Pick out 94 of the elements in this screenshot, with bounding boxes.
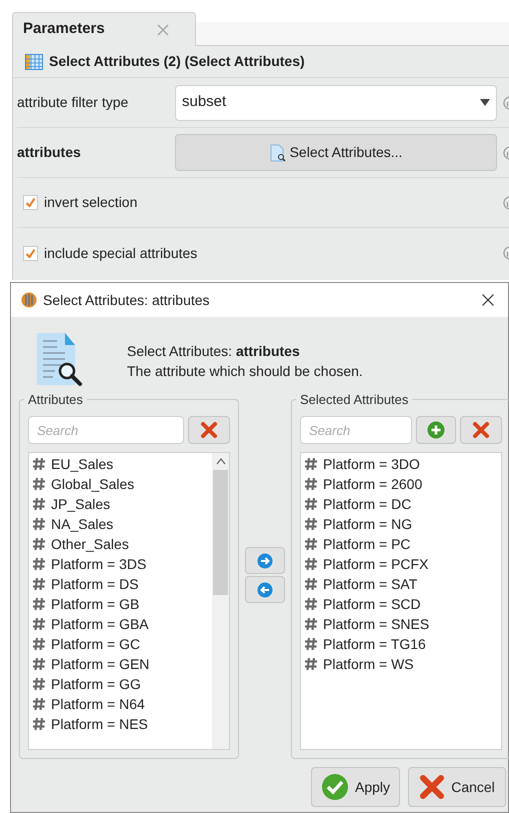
- search-field[interactable]: Search: [28, 416, 184, 444]
- hash-icon: [304, 637, 318, 651]
- attribute-item[interactable]: Platform = DC: [301, 494, 501, 514]
- attribute-item[interactable]: Platform = WS: [301, 654, 501, 674]
- x-icon: [472, 421, 490, 439]
- hash-icon: [32, 517, 46, 531]
- attribute-item[interactable]: Platform = GEN: [29, 654, 212, 674]
- check-icon: [25, 248, 36, 258]
- attribute-item[interactable]: Platform = PC: [301, 534, 501, 554]
- dropdown-caret-icon: [480, 99, 490, 106]
- attribute-item[interactable]: Platform = 3DS: [29, 554, 212, 574]
- hash-icon: [304, 657, 318, 671]
- hash-icon: [304, 577, 318, 591]
- panel-tab[interactable]: Parameters: [12, 12, 196, 46]
- arrow-left-icon: [257, 582, 273, 598]
- attribute-item[interactable]: Platform = GG: [29, 674, 212, 694]
- attribute-item[interactable]: Platform = SAT: [301, 574, 501, 594]
- checkbox[interactable]: [23, 195, 38, 210]
- document-search-icon: [270, 144, 286, 162]
- hash-icon: [304, 617, 318, 631]
- attribute-item[interactable]: Platform = GC: [29, 634, 212, 654]
- x-icon: [200, 421, 218, 439]
- checkbox-label: include special attributes: [44, 244, 198, 263]
- table-icon: [25, 54, 43, 70]
- dialog-description: The attribute which should be chosen.: [127, 362, 363, 381]
- hash-icon: [304, 477, 318, 491]
- apply-button[interactable]: Apply: [311, 767, 400, 807]
- attribute-item[interactable]: Platform = SCD: [301, 594, 501, 614]
- attribute-item[interactable]: Platform = GB: [29, 594, 212, 614]
- hash-icon: [32, 657, 46, 671]
- move-button[interactable]: [245, 576, 285, 603]
- scroll-thumb[interactable]: [213, 470, 228, 595]
- hash-icon: [32, 457, 46, 471]
- attribute-item[interactable]: Platform = TG16: [301, 634, 501, 654]
- select-attributes-button[interactable]: Select Attributes...: [175, 134, 497, 171]
- search-field[interactable]: Search: [300, 416, 412, 444]
- hash-icon: [32, 557, 46, 571]
- attribute-item[interactable]: Other_Sales: [29, 534, 212, 554]
- filter-type-dropdown[interactable]: subset: [175, 84, 497, 120]
- plus-icon: [427, 421, 445, 439]
- attribute-item[interactable]: NA_Sales: [29, 514, 212, 534]
- checkbox[interactable]: [23, 246, 38, 260]
- cancel-button[interactable]: Cancel: [408, 767, 506, 807]
- attribute-item[interactable]: Platform = DS: [29, 574, 212, 594]
- hash-icon: [32, 637, 46, 651]
- attribute-item[interactable]: JP_Sales: [29, 494, 212, 514]
- clear-button[interactable]: [460, 416, 502, 444]
- attribute-item[interactable]: Platform = SNES: [301, 614, 501, 634]
- move-button[interactable]: [245, 547, 285, 574]
- info-icon[interactable]: [503, 96, 509, 110]
- document-search-icon: [35, 331, 85, 387]
- dialog-heading: Select Attributes: attributes: [127, 342, 301, 361]
- hash-icon: [304, 537, 318, 551]
- arrow-right-icon: [257, 552, 273, 568]
- attribute-item[interactable]: Platform = NG: [301, 514, 501, 534]
- hash-icon: [32, 497, 46, 511]
- hash-icon: [32, 697, 46, 711]
- attribute-item[interactable]: Global_Sales: [29, 474, 212, 494]
- check-circle-icon: [320, 773, 349, 801]
- info-icon[interactable]: [503, 196, 509, 210]
- parameter-label: attributes: [17, 143, 82, 162]
- operator-title: Select Attributes (2) (Select Attributes): [49, 52, 305, 71]
- close-icon[interactable]: [482, 294, 494, 306]
- hash-icon: [32, 577, 46, 591]
- hash-icon: [32, 537, 46, 551]
- app-logo-icon: [21, 292, 37, 308]
- clear-button[interactable]: [188, 416, 230, 444]
- hash-icon: [304, 557, 318, 571]
- hash-icon: [304, 497, 318, 511]
- hash-icon: [32, 677, 46, 691]
- attribute-item[interactable]: Platform = GBA: [29, 614, 212, 634]
- attribute-item[interactable]: Platform = NES: [29, 714, 212, 734]
- hash-icon: [32, 597, 46, 611]
- check-icon: [25, 197, 36, 208]
- scrollbar[interactable]: [212, 453, 229, 749]
- dialog-title: Select Attributes: attributes: [43, 290, 211, 310]
- attribute-item[interactable]: EU_Sales: [29, 454, 212, 474]
- attribute-item[interactable]: Platform = 2600: [301, 474, 501, 494]
- hash-icon: [32, 477, 46, 491]
- hash-icon: [304, 517, 318, 531]
- parameter-label: attribute filter type: [17, 93, 130, 112]
- hash-icon: [32, 617, 46, 631]
- attribute-item[interactable]: Platform = 3DO: [301, 454, 501, 474]
- hash-icon: [304, 597, 318, 611]
- attribute-item[interactable]: Platform = PCFX: [301, 554, 501, 574]
- attribute-item[interactable]: Platform = N64: [29, 694, 212, 714]
- x-icon: [419, 774, 446, 800]
- checkbox-label: invert selection: [44, 193, 138, 212]
- info-icon[interactable]: [503, 246, 509, 260]
- tab-label: Parameters: [23, 19, 105, 40]
- add-button[interactable]: [416, 416, 456, 444]
- hash-icon: [32, 717, 46, 731]
- hash-icon: [304, 457, 318, 471]
- info-icon[interactable]: [503, 146, 509, 160]
